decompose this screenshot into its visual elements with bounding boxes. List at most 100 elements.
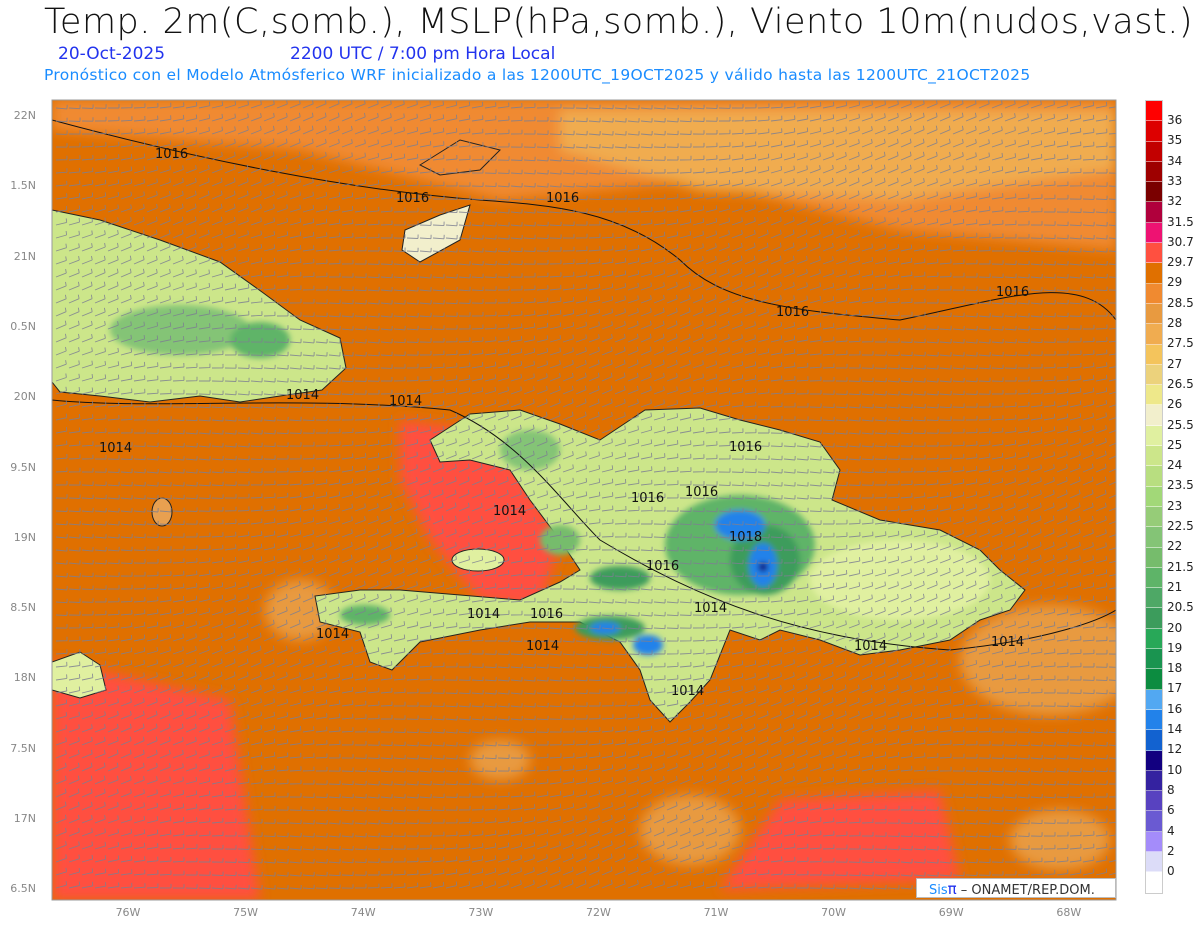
colorbar-band — [1146, 831, 1162, 852]
lon-tick-label: 68W — [1056, 906, 1082, 919]
isobar-label: 1016 — [631, 491, 664, 506]
colorbar-band — [1146, 182, 1162, 203]
colorbar-band — [1146, 689, 1162, 710]
lat-tick-label: 6.5N — [10, 882, 36, 896]
colorbar-band — [1146, 506, 1162, 528]
colorbar-label: 23.5 — [1167, 478, 1194, 493]
colorbar-label: 26 — [1167, 397, 1183, 412]
colorbar-label: 36 — [1167, 113, 1183, 127]
colorbar-band — [1146, 263, 1162, 284]
colorbar-label: 35 — [1167, 133, 1183, 148]
isobar-label: 1016 — [155, 147, 188, 162]
lon-tick-label: 71W — [703, 906, 729, 919]
isobar-label: 1014 — [854, 639, 887, 654]
colorbar-band — [1146, 405, 1162, 426]
colorbar-label: 23 — [1167, 498, 1183, 513]
colorbar-label: 20 — [1167, 620, 1183, 635]
colorbar-band — [1146, 770, 1162, 792]
colorbar-band — [1146, 730, 1162, 751]
colorbar-band — [1146, 851, 1162, 873]
lon-tick-label: 72W — [585, 906, 611, 919]
lon-tick-label: 73W — [468, 906, 494, 919]
colorbar-band — [1146, 121, 1162, 142]
isobar-label: 1016 — [396, 191, 429, 206]
colorbar-band — [1146, 243, 1162, 264]
colorbar-label: 27.5 — [1167, 336, 1194, 351]
colorbar-band — [1146, 547, 1162, 568]
isobar-label: 1014 — [671, 684, 704, 699]
lat-tick-label: 21N — [13, 249, 36, 263]
colorbar-label: 2 — [1167, 843, 1175, 858]
isobar-label: 1016 — [996, 285, 1029, 300]
lat-tick-label: 20N — [13, 390, 36, 404]
isobar-label: 1016 — [685, 485, 718, 500]
isobar-label: 1016 — [646, 559, 679, 574]
colorbar-band — [1146, 588, 1162, 609]
colorbar-label: 27 — [1167, 356, 1183, 371]
colorbar-label: 19 — [1167, 640, 1183, 655]
colorbar-label: 21.5 — [1167, 559, 1194, 574]
colorbar-band — [1146, 303, 1162, 325]
isobar-label: 1014 — [493, 504, 526, 519]
colorbar-band — [1146, 527, 1162, 548]
colorbar-band — [1146, 141, 1162, 162]
temperature-colorbar — [1145, 100, 1163, 894]
lat-tick-label: 1.5N — [10, 179, 36, 193]
lat-tick-label: 22N — [13, 109, 36, 122]
weather-map: 1016 1016 1016 1016 1016 1016 1016 1016 … — [51, 99, 1117, 901]
colorbar-band — [1146, 364, 1162, 386]
lat-tick-label: 8.5N — [10, 601, 36, 615]
colorbar-label: 17 — [1167, 681, 1183, 696]
isobar-label: 1014 — [991, 635, 1024, 650]
colorbar-label: 33 — [1167, 173, 1183, 188]
lon-tick-label: 76W — [115, 906, 141, 919]
colorbar-band — [1146, 425, 1162, 447]
isobar-label: 1016 — [530, 607, 563, 622]
colorbar-label: 0 — [1167, 864, 1175, 879]
colorbar-band — [1146, 202, 1162, 223]
credit-org: – ONAMET/REP.DOM. — [956, 883, 1095, 898]
lon-tick-label: 69W — [938, 906, 964, 919]
colorbar-label: 6 — [1167, 803, 1175, 818]
colorbar-label: 4 — [1167, 823, 1175, 838]
isobar-label: 1016 — [776, 305, 809, 320]
colorbar-band — [1146, 385, 1162, 406]
colorbar-band — [1146, 791, 1162, 812]
colorbar-band — [1146, 709, 1162, 731]
lat-tick-label: 19N — [13, 530, 36, 544]
colorbar-label: 32 — [1167, 194, 1183, 209]
colorbar-band — [1146, 446, 1162, 467]
colorbar-label: 29.7 — [1167, 255, 1194, 270]
lon-tick-label: 70W — [821, 906, 847, 919]
credit-sis: Sis — [929, 883, 948, 898]
colorbar-band — [1146, 161, 1162, 183]
colorbar-label: 18 — [1167, 661, 1183, 676]
lat-tick-label: 0.5N — [10, 319, 36, 333]
lat-tick-label: 17N — [13, 812, 36, 825]
colorbar-label: 14 — [1167, 722, 1183, 736]
isobar-label: 1014 — [99, 441, 132, 456]
colorbar-label: 34 — [1167, 153, 1183, 168]
colorbar-band — [1146, 324, 1162, 345]
colorbar-band — [1146, 649, 1162, 670]
colorbar-band — [1146, 567, 1162, 589]
colorbar-label: 25.5 — [1167, 417, 1194, 432]
colorbar-label: 30.7 — [1167, 234, 1194, 249]
colorbar-band — [1146, 811, 1162, 832]
isobar-label: 1014 — [467, 607, 500, 622]
isobar-label: 1016 — [729, 440, 762, 455]
lat-tick-label: 9.5N — [10, 460, 36, 474]
credit-box: Sisπ – ONAMET/REP.DOM. — [916, 878, 1116, 898]
colorbar-label: 22 — [1167, 539, 1183, 554]
colorbar-label: 28.5 — [1167, 295, 1194, 310]
colorbar-label: 8 — [1167, 782, 1175, 797]
isobar-label: 1014 — [526, 639, 559, 654]
isobar-label: 1016 — [546, 191, 579, 206]
colorbar-label: 20.5 — [1167, 600, 1194, 615]
colorbar-label: 26.5 — [1167, 376, 1194, 391]
colorbar-band — [1146, 608, 1162, 629]
colorbar-label: 12 — [1167, 742, 1183, 757]
lon-tick-label: 75W — [233, 906, 259, 919]
colorbar-label: 29 — [1167, 275, 1183, 290]
isobar-label: 1014 — [286, 388, 319, 403]
